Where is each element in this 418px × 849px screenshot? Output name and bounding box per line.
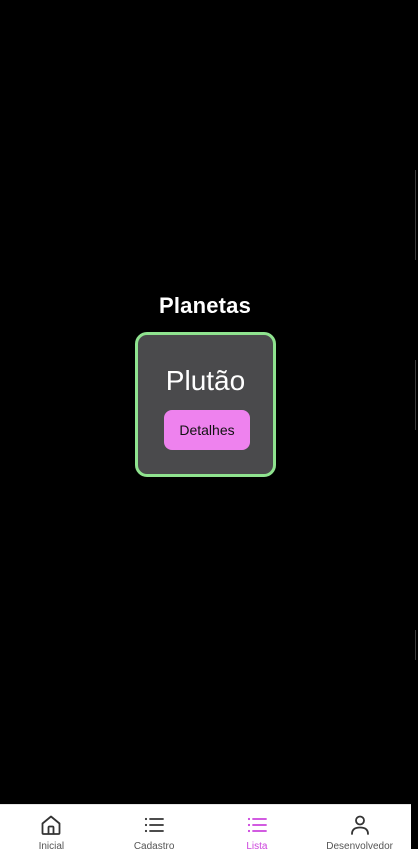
planet-name: Plutão (165, 365, 246, 396)
list-icon (145, 817, 165, 833)
tab-cadastro[interactable]: Cadastro (103, 805, 206, 849)
page-title: Planetas (158, 293, 252, 318)
bottom-tab-bar: Inicial Cadastro Lista Desenvolvedor (0, 804, 411, 849)
list-icon (247, 817, 267, 833)
tab-desenvolvedor[interactable]: Desenvolvedor (308, 805, 411, 849)
details-button[interactable]: Detalhes (164, 410, 250, 450)
tab-lista[interactable]: Lista (206, 805, 309, 849)
person-icon (350, 815, 369, 835)
screen-edge (411, 0, 418, 848)
edge-line (415, 630, 416, 660)
planet-card: Plutão Detalhes (135, 332, 276, 477)
edge-line (415, 170, 416, 260)
home-icon (41, 815, 61, 835)
tab-inicial[interactable]: Inicial (0, 805, 103, 849)
edge-line (415, 360, 416, 430)
app-screen: Planetas Plutão Detalhes Inicial Cadastr… (0, 0, 418, 849)
